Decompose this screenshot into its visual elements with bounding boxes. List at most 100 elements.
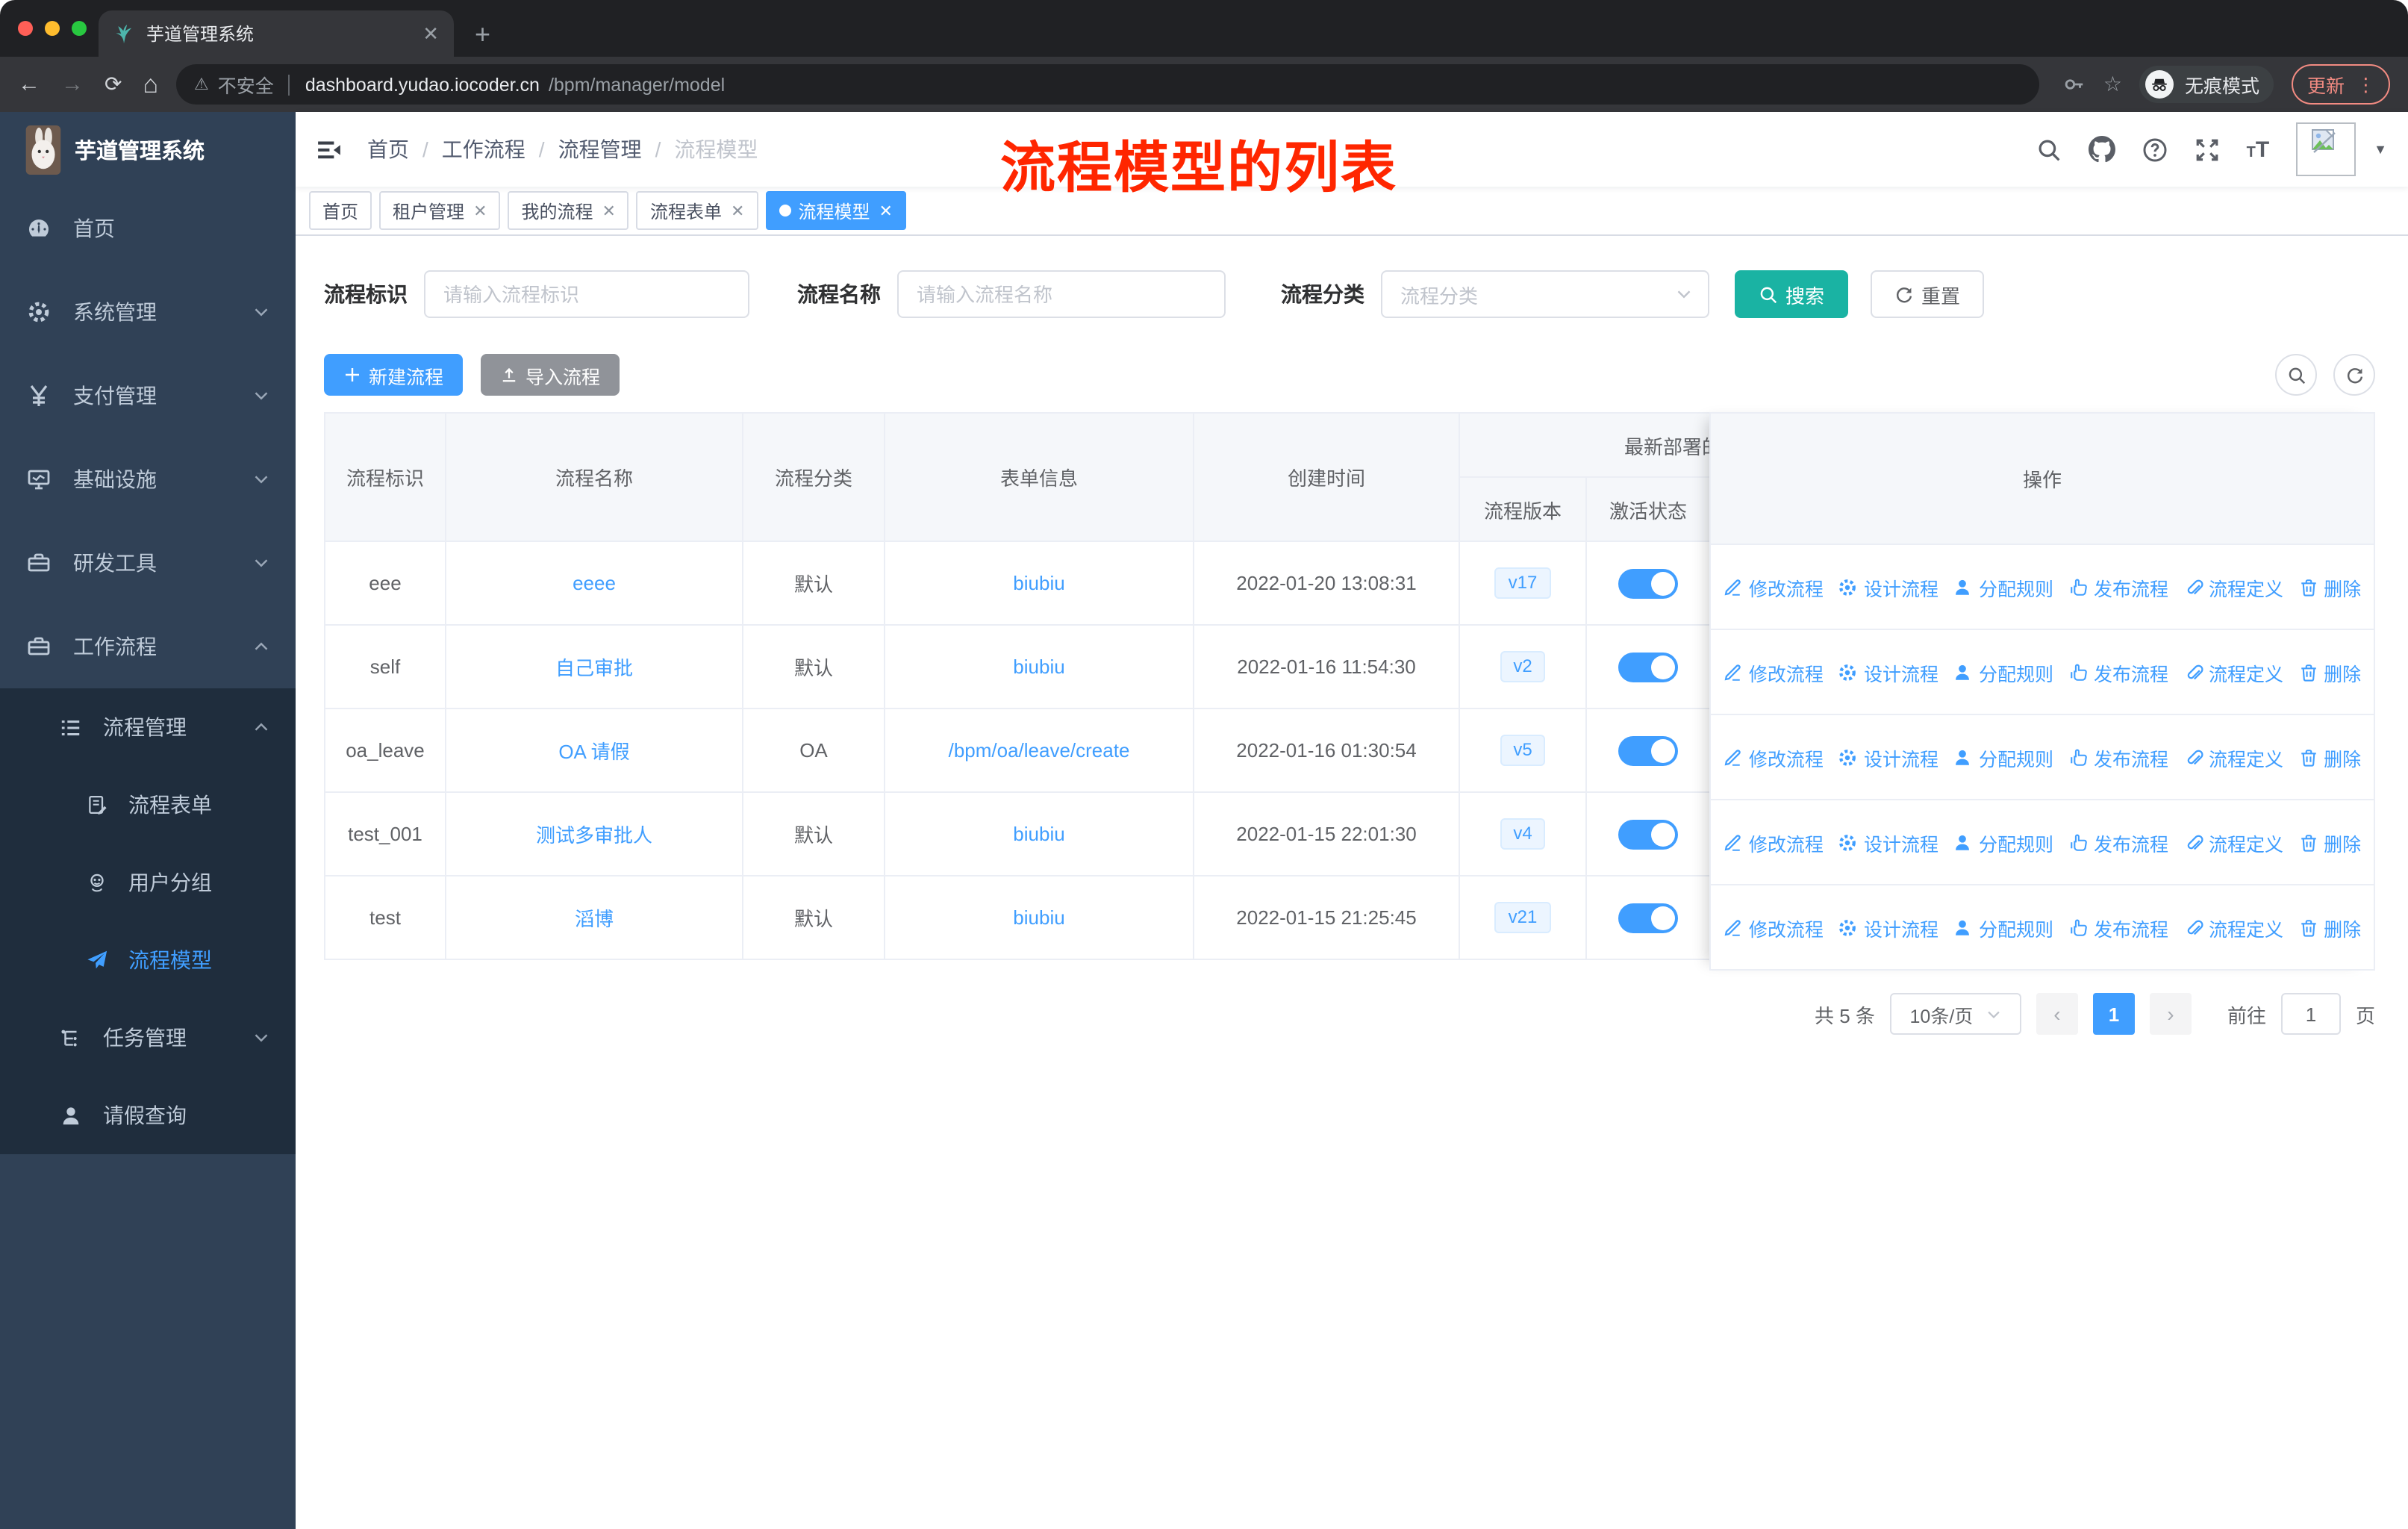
action-gear-link[interactable]: 设计流程 bbox=[1838, 743, 1938, 771]
action-publish-link[interactable]: 发布流程 bbox=[2068, 743, 2168, 771]
action-trash-link[interactable]: 删除 bbox=[2298, 573, 2361, 601]
process-id-input[interactable] bbox=[424, 270, 749, 318]
window-controls[interactable] bbox=[18, 21, 87, 36]
breadcrumb-item[interactable]: 首页 bbox=[367, 134, 409, 164]
active-toggle[interactable] bbox=[1618, 652, 1678, 682]
font-size-icon[interactable]: TT bbox=[2247, 137, 2270, 162]
minimize-window-button[interactable] bbox=[45, 21, 60, 36]
action-person-link[interactable]: 分配规则 bbox=[1953, 573, 2053, 601]
action-publish-link[interactable]: 发布流程 bbox=[2068, 913, 2168, 941]
home-icon[interactable]: ⌂ bbox=[143, 69, 158, 99]
avatar[interactable] bbox=[2296, 122, 2356, 176]
tag-close-icon[interactable]: ✕ bbox=[731, 201, 744, 220]
back-icon[interactable]: ← bbox=[18, 72, 40, 97]
bookmark-star-icon[interactable]: ☆ bbox=[2103, 72, 2122, 97]
cell-name-link[interactable]: 自己审批 bbox=[555, 657, 633, 679]
cell-form-link[interactable]: biubiu bbox=[1013, 572, 1064, 594]
tag-close-icon[interactable]: ✕ bbox=[473, 201, 487, 220]
sidebar-item-monitor[interactable]: 基础设施 bbox=[0, 437, 296, 521]
search-button[interactable]: 搜索 bbox=[1735, 270, 1849, 318]
reset-button[interactable]: 重置 bbox=[1871, 270, 1985, 318]
sidebar-subitem-form[interactable]: 流程表单 bbox=[0, 766, 296, 844]
action-edit-link[interactable]: 修改流程 bbox=[1724, 658, 1824, 686]
action-edit-link[interactable]: 修改流程 bbox=[1724, 828, 1824, 856]
action-publish-link[interactable]: 发布流程 bbox=[2068, 828, 2168, 856]
help-icon[interactable] bbox=[2142, 137, 2168, 162]
breadcrumb-item[interactable]: 流程管理 bbox=[558, 134, 642, 164]
next-page-button[interactable]: › bbox=[2149, 993, 2192, 1035]
toggle-search-button[interactable] bbox=[2275, 354, 2317, 396]
tag-item[interactable]: 首页 bbox=[309, 191, 372, 230]
action-edit-link[interactable]: 修改流程 bbox=[1724, 573, 1824, 601]
cell-form-link[interactable]: /bpm/oa/leave/create bbox=[949, 739, 1130, 762]
tag-item[interactable]: 流程表单 ✕ bbox=[636, 191, 758, 230]
sidebar-subitem-list[interactable]: 流程管理 bbox=[0, 688, 296, 766]
cell-name-link[interactable]: eeee bbox=[573, 572, 616, 594]
breadcrumb-item[interactable]: 工作流程 bbox=[442, 134, 525, 164]
create-process-button[interactable]: 新建流程 bbox=[324, 354, 464, 396]
sidebar-item-yen[interactable]: 支付管理 bbox=[0, 354, 296, 437]
tab-close-icon[interactable]: ✕ bbox=[422, 22, 439, 46]
active-toggle[interactable] bbox=[1618, 735, 1678, 765]
cell-form-link[interactable]: biubiu bbox=[1013, 906, 1064, 929]
tag-close-icon[interactable]: ✕ bbox=[602, 201, 616, 220]
action-gear-link[interactable]: 设计流程 bbox=[1838, 573, 1938, 601]
sidebar-subitem-plane[interactable]: 流程模型 bbox=[0, 921, 296, 999]
action-person-link[interactable]: 分配规则 bbox=[1953, 913, 2053, 941]
close-window-button[interactable] bbox=[18, 21, 33, 36]
tag-close-icon[interactable]: ✕ bbox=[879, 201, 892, 220]
process-category-select[interactable]: 流程分类 bbox=[1381, 270, 1709, 318]
cell-name-link[interactable]: OA 请假 bbox=[558, 741, 629, 763]
avatar-dropdown-icon[interactable]: ▼ bbox=[2374, 142, 2387, 157]
tag-item[interactable]: 我的流程 ✕ bbox=[508, 191, 629, 230]
active-toggle[interactable] bbox=[1618, 819, 1678, 849]
cell-name-link[interactable]: 测试多审批人 bbox=[536, 824, 652, 847]
action-clip-link[interactable]: 流程定义 bbox=[2183, 743, 2283, 771]
search-icon[interactable] bbox=[2036, 137, 2062, 162]
action-clip-link[interactable]: 流程定义 bbox=[2183, 658, 2283, 686]
action-clip-link[interactable]: 流程定义 bbox=[2183, 913, 2283, 941]
action-trash-link[interactable]: 删除 bbox=[2298, 658, 2361, 686]
sidebar-subitem-users[interactable]: 用户分组 bbox=[0, 844, 296, 921]
sidebar-item-gear[interactable]: 系统管理 bbox=[0, 270, 296, 354]
action-gear-link[interactable]: 设计流程 bbox=[1838, 828, 1938, 856]
action-person-link[interactable]: 分配规则 bbox=[1953, 828, 2053, 856]
import-process-button[interactable]: 导入流程 bbox=[481, 354, 620, 396]
sidebar-logo[interactable]: 芋道管理系统 bbox=[0, 112, 296, 187]
refresh-table-button[interactable] bbox=[2333, 354, 2375, 396]
action-clip-link[interactable]: 流程定义 bbox=[2183, 573, 2283, 601]
action-publish-link[interactable]: 发布流程 bbox=[2068, 573, 2168, 601]
sidebar-subitem-person[interactable]: 请假查询 bbox=[0, 1077, 296, 1154]
browser-menu-icon[interactable]: ⋮ bbox=[2356, 73, 2375, 96]
update-button[interactable]: 更新 ⋮ bbox=[2292, 64, 2390, 105]
action-publish-link[interactable]: 发布流程 bbox=[2068, 658, 2168, 686]
action-gear-link[interactable]: 设计流程 bbox=[1838, 658, 1938, 686]
action-edit-link[interactable]: 修改流程 bbox=[1724, 743, 1824, 771]
prev-page-button[interactable]: ‹ bbox=[2036, 993, 2078, 1035]
goto-page-input[interactable] bbox=[2280, 993, 2341, 1035]
sidebar-item-dashboard[interactable]: 首页 bbox=[0, 187, 296, 270]
action-edit-link[interactable]: 修改流程 bbox=[1724, 913, 1824, 941]
action-trash-link[interactable]: 删除 bbox=[2298, 743, 2361, 771]
url-bar[interactable]: ⚠ 不安全 dashboard.yudao.iocoder.cn /bpm/ma… bbox=[176, 64, 2039, 105]
action-person-link[interactable]: 分配规则 bbox=[1953, 743, 2053, 771]
cell-form-link[interactable]: biubiu bbox=[1013, 655, 1064, 678]
action-clip-link[interactable]: 流程定义 bbox=[2183, 828, 2283, 856]
reload-icon[interactable]: ⟳ bbox=[105, 72, 122, 97]
active-toggle[interactable] bbox=[1618, 568, 1678, 598]
cell-form-link[interactable]: biubiu bbox=[1013, 823, 1064, 845]
sidebar-item-toolbox[interactable]: 工作流程 bbox=[0, 605, 296, 688]
new-tab-button[interactable]: + bbox=[475, 21, 490, 48]
github-icon[interactable] bbox=[2089, 136, 2115, 163]
maximize-window-button[interactable] bbox=[72, 21, 87, 36]
current-page-button[interactable]: 1 bbox=[2092, 993, 2135, 1035]
page-size-select[interactable]: 10条/页 bbox=[1889, 993, 2021, 1035]
fullscreen-icon[interactable] bbox=[2195, 137, 2220, 162]
action-person-link[interactable]: 分配规则 bbox=[1953, 658, 2053, 686]
browser-tab[interactable]: 芋道管理系统 ✕ bbox=[99, 10, 454, 57]
cell-name-link[interactable]: 滔博 bbox=[575, 908, 614, 930]
action-trash-link[interactable]: 删除 bbox=[2298, 828, 2361, 856]
tag-item[interactable]: 租户管理 ✕ bbox=[379, 191, 501, 230]
process-name-input[interactable] bbox=[897, 270, 1226, 318]
forward-icon[interactable]: → bbox=[61, 72, 84, 97]
